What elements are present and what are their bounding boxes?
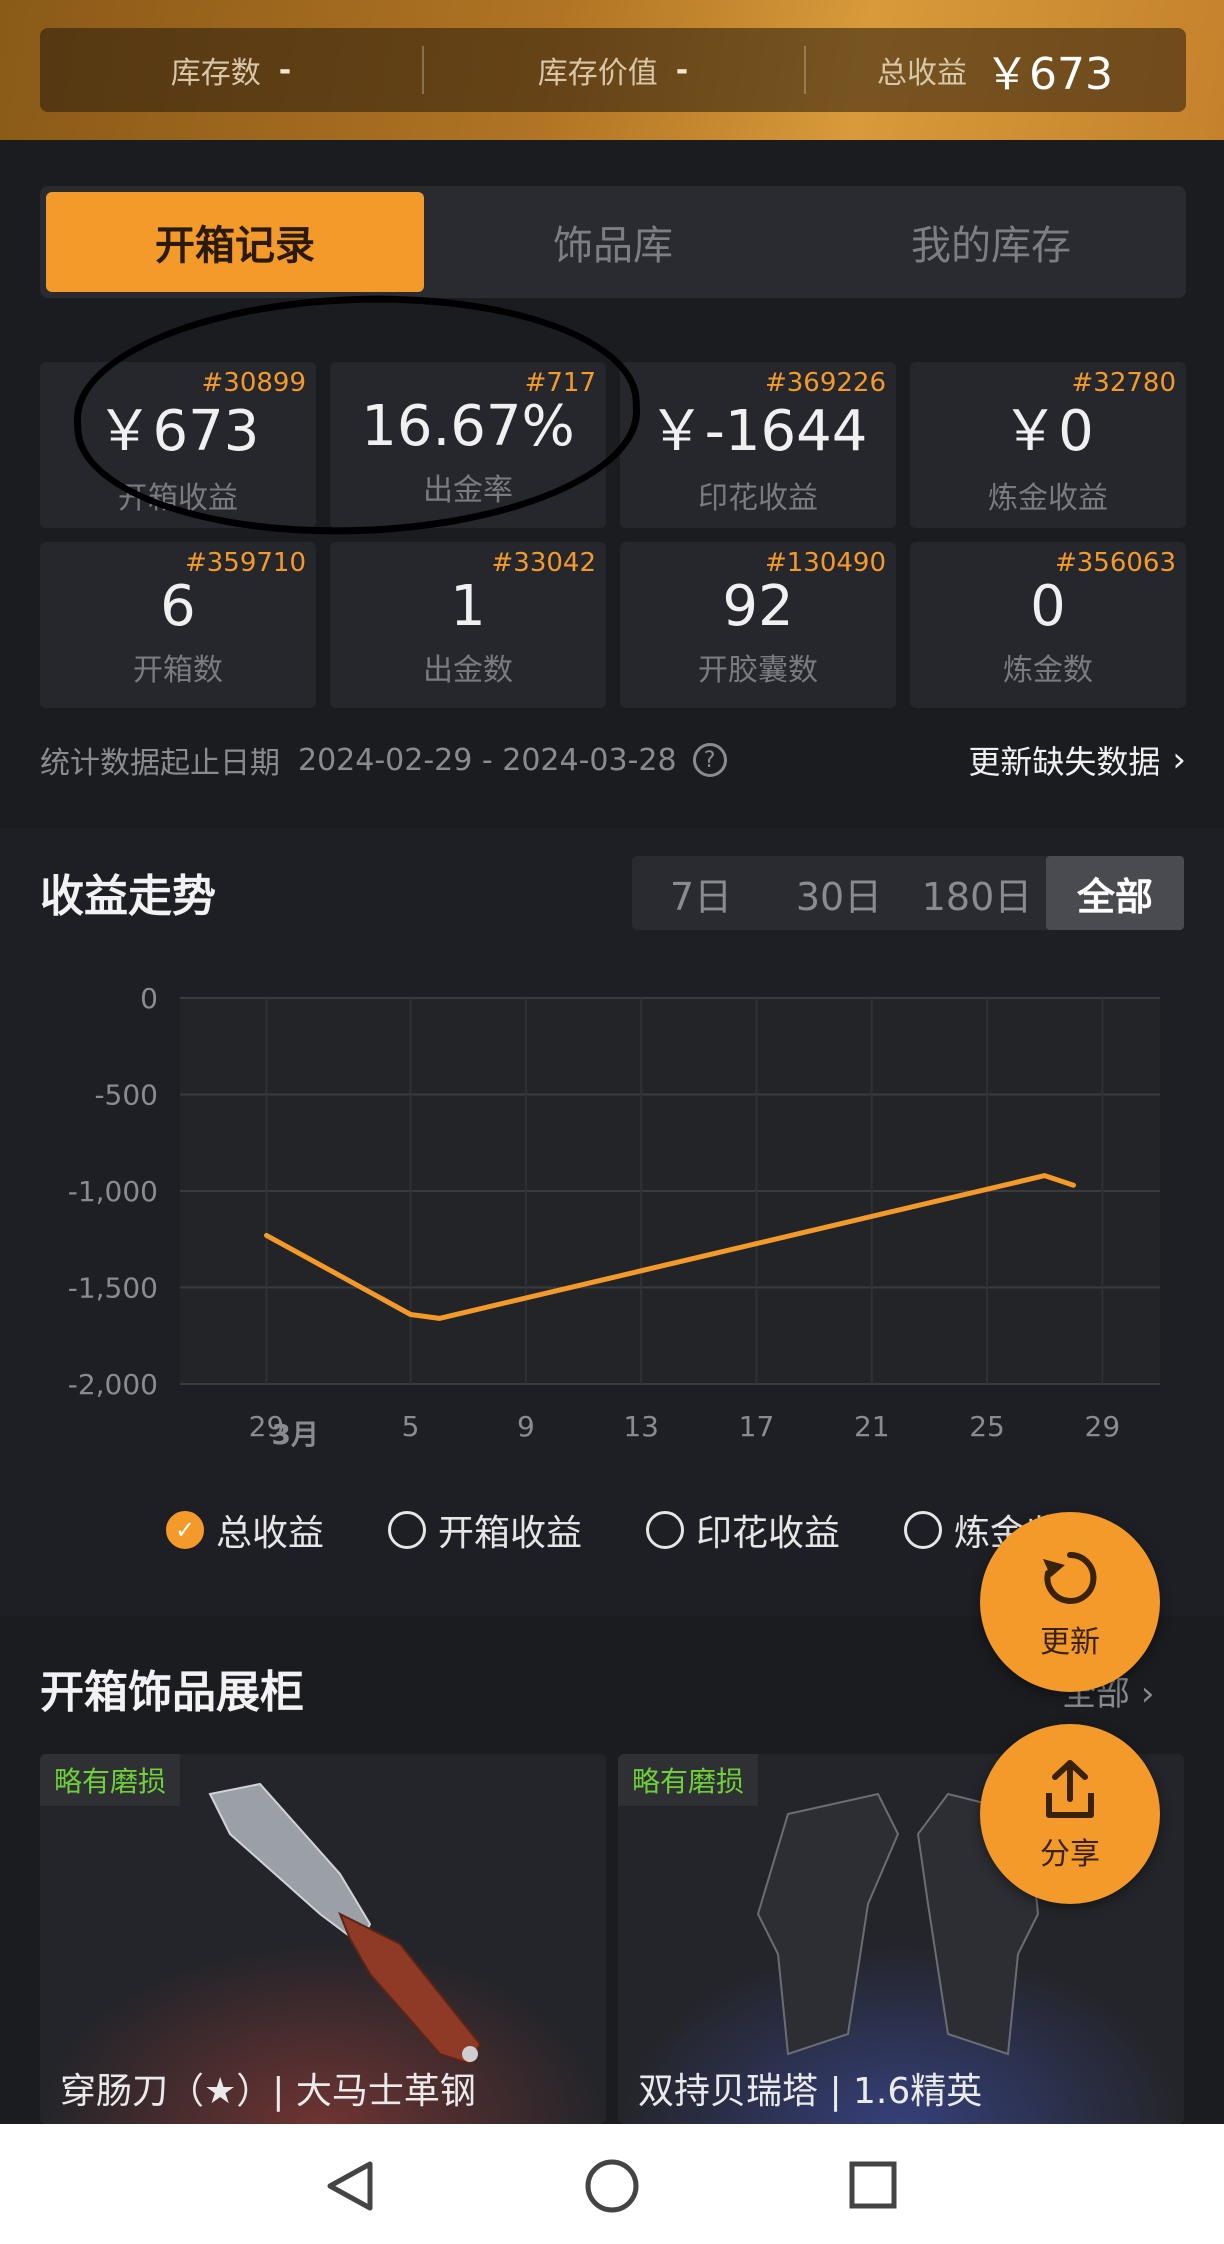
stat-rank: #369226 xyxy=(764,368,886,398)
system-nav-bar xyxy=(0,2124,1224,2244)
range-all-button[interactable]: 全部 xyxy=(1046,856,1184,930)
x-tick-label: 9 xyxy=(517,1410,535,1443)
share-label: 分享 xyxy=(1040,1837,1100,1872)
refresh-icon xyxy=(1043,1551,1097,1604)
tab-item-library[interactable]: 饰品库 xyxy=(424,192,802,292)
summary-panel: 库存数 - 库存价值 - 总收益 ￥673 xyxy=(40,28,1186,112)
wear-badge: 略有磨损 xyxy=(40,1754,181,1806)
item-name: 双持贝瑞塔 | 1.6精英 xyxy=(638,2071,983,2112)
stat-rank: #33042 xyxy=(491,548,597,578)
total-profit-value: ￥673 xyxy=(985,49,1113,100)
share-fab[interactable]: 分享 xyxy=(980,1724,1160,1904)
radio-icon xyxy=(388,1511,427,1549)
x-tick-label: 21 xyxy=(854,1410,890,1443)
update-missing-data-link[interactable]: 更新缺失数据 › xyxy=(968,737,1186,783)
share-icon xyxy=(1046,1760,1094,1818)
stat-rank: #356063 xyxy=(1054,548,1176,578)
legend-label: 印花收益 xyxy=(696,1513,841,1554)
refresh-fab[interactable]: 更新 xyxy=(980,1512,1160,1692)
legend-label: 开箱收益 xyxy=(438,1513,583,1554)
date-range-value: 2024-02-29 - 2024-03-28 xyxy=(298,742,677,778)
back-icon[interactable] xyxy=(327,2161,373,2211)
stat-card-alchemy-count[interactable]: #356063 0 炼金数 xyxy=(910,542,1186,708)
stat-rank: #130490 xyxy=(764,548,886,578)
range-7d-button[interactable]: 7日 xyxy=(632,856,770,930)
stock-value-value: - xyxy=(675,52,689,88)
range-180d-button[interactable]: 180日 xyxy=(908,856,1046,930)
x-tick-label: 17 xyxy=(739,1410,775,1443)
y-tick-label: -500 xyxy=(94,1079,158,1112)
stock-count-cell: 库存数 - xyxy=(40,28,422,112)
stock-count-value: - xyxy=(278,52,292,88)
legend-item-open[interactable]: 开箱收益 xyxy=(388,1504,582,1556)
stock-count-label: 库存数 xyxy=(170,56,261,91)
y-tick-label: 0 xyxy=(140,982,158,1015)
y-tick-label: -1,000 xyxy=(68,1175,158,1208)
radio-icon xyxy=(646,1511,685,1549)
date-range-label: 统计数据起止日期 xyxy=(40,746,280,781)
date-range-row: 统计数据起止日期 2024-02-29 - 2024-03-28 ? 更新缺失数… xyxy=(40,738,1186,782)
nav-icons xyxy=(327,2159,897,2213)
update-missing-label: 更新缺失数据 xyxy=(968,743,1161,781)
recents-icon[interactable] xyxy=(849,2161,897,2209)
stat-label: 炼金数 xyxy=(1003,652,1093,688)
item-name: 穿肠刀（★）| 大马士革钢 xyxy=(60,2071,476,2112)
stat-label: 出金数 xyxy=(423,652,513,688)
legend-item-total[interactable]: ✓ 总收益 xyxy=(166,1504,324,1556)
stat-card-alchemy-profit[interactable]: #32780 ￥0 炼金收益 xyxy=(910,362,1186,528)
stat-card-gold-count[interactable]: #33042 1 出金数 xyxy=(330,542,606,708)
stat-value: 6 xyxy=(160,573,196,639)
chevron-right-icon: › xyxy=(1172,740,1186,780)
range-30d-button[interactable]: 30日 xyxy=(770,856,908,930)
legend-label: 总收益 xyxy=(216,1513,325,1554)
chart-legend: ✓ 总收益 开箱收益 印花收益 炼金收益 xyxy=(166,1504,1098,1556)
x-tick-label: 13 xyxy=(623,1410,659,1443)
profit-trend-chart: 0-500-1,000-1,500-2,000293月 5 9 13 17 21 25 29 xyxy=(68,982,1160,1450)
total-profit-cell: 总收益 ￥673 xyxy=(804,28,1186,112)
y-tick-label: -2,000 xyxy=(68,1368,158,1401)
wear-badge: 略有磨损 xyxy=(618,1754,759,1806)
tab-my-inventory[interactable]: 我的库存 xyxy=(802,192,1180,292)
stat-value: 1 xyxy=(450,573,486,639)
stats-row: #359710 6 开箱数 #33042 1 出金数 #130490 92 开胶… xyxy=(40,542,1186,708)
total-profit-label: 总收益 xyxy=(877,56,967,91)
stat-card-capsule-count[interactable]: #130490 92 开胶囊数 xyxy=(620,542,896,708)
stat-value: 0 xyxy=(1030,573,1066,639)
stat-label: 炼金收益 xyxy=(988,480,1108,516)
stat-label: 印花收益 xyxy=(698,480,818,516)
home-icon[interactable] xyxy=(585,2159,639,2213)
stat-card-open-count[interactable]: #359710 6 开箱数 xyxy=(40,542,316,708)
help-icon[interactable]: ? xyxy=(692,743,727,777)
legend-item-sticker[interactable]: 印花收益 xyxy=(646,1504,840,1556)
chevron-right-icon: › xyxy=(1140,1674,1155,1714)
x-tick-label: 25 xyxy=(969,1410,1005,1443)
x-tick-label: 29 xyxy=(1085,1410,1121,1443)
tab-open-records[interactable]: 开箱记录 xyxy=(46,192,424,292)
range-selector: 7日 30日 180日 全部 xyxy=(632,856,1184,930)
checked-radio-icon: ✓ xyxy=(166,1511,204,1549)
radio-icon xyxy=(904,1511,943,1549)
stat-card-sticker-profit[interactable]: #369226 ￥-1644 印花收益 xyxy=(620,362,896,528)
stat-rank: #32780 xyxy=(1071,368,1177,398)
showcase-card-knife[interactable]: 略有磨损 穿肠刀（★）| 大马士革钢 xyxy=(40,1754,606,2124)
x-tick-label: 3月 xyxy=(272,1418,319,1450)
stat-value: 92 xyxy=(722,573,794,639)
main-tabs: 开箱记录 饰品库 我的库存 xyxy=(40,186,1186,298)
refresh-label: 更新 xyxy=(1040,1625,1100,1660)
stock-value-label: 库存价值 xyxy=(537,56,658,91)
x-tick-label: 5 xyxy=(402,1410,420,1443)
y-tick-label: -1,500 xyxy=(68,1272,158,1305)
stat-label: 开胶囊数 xyxy=(698,652,818,688)
stock-value-cell: 库存价值 - xyxy=(422,28,804,112)
showcase-title: 开箱饰品展柜 xyxy=(40,1667,304,1718)
trend-title: 收益走势 xyxy=(40,871,216,922)
stat-rank: #359710 xyxy=(184,548,306,578)
stat-label: 开箱数 xyxy=(133,652,223,688)
top-summary-bar: 库存数 - 库存价值 - 总收益 ￥673 xyxy=(0,0,1224,140)
